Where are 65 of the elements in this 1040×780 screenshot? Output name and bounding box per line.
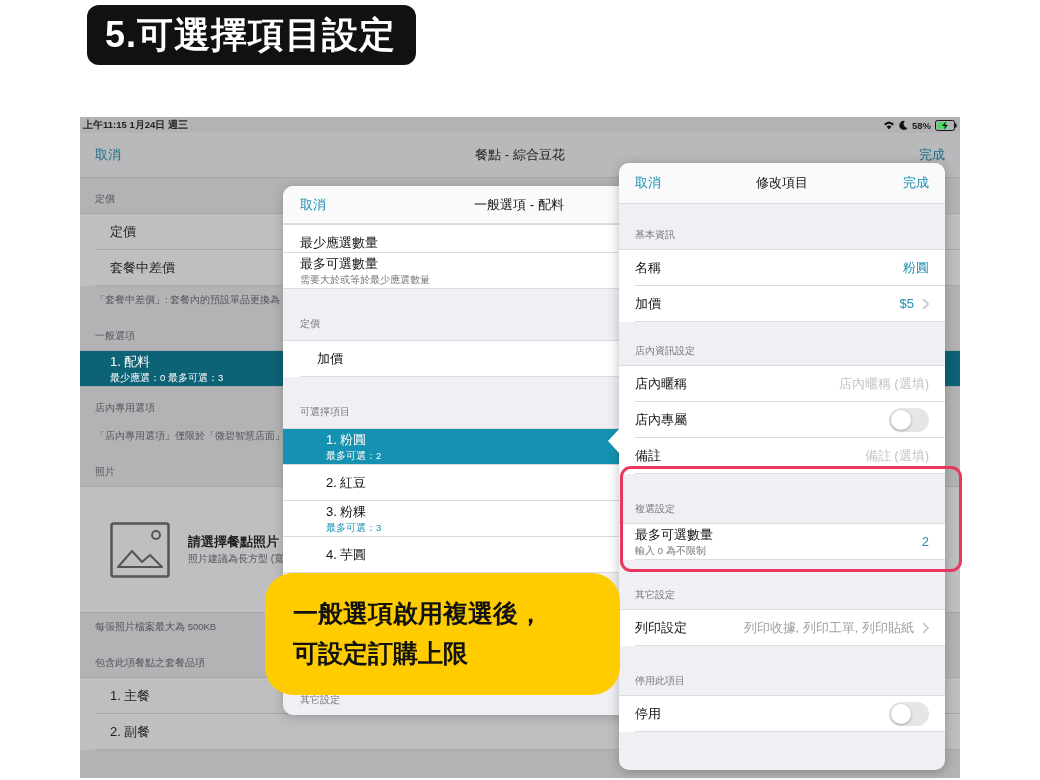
section-header: 包含此項餐點之套餐品項 — [95, 657, 205, 668]
row-detail: 需要大於或等於最少應選數量 — [300, 273, 430, 287]
row-value: 2 — [921, 534, 929, 549]
moon-icon — [899, 120, 908, 130]
text-field[interactable]: 店內暱稱 (選填) — [759, 376, 929, 391]
row-label: 1. 配料 — [110, 352, 152, 371]
row-label: 1. 主餐 — [110, 686, 151, 705]
row-label: 套餐中差價 — [110, 258, 175, 277]
row-label: 備註 — [635, 446, 661, 465]
section-note: 「店內專用選項」僅限於「微碧智慧店面」 — [95, 430, 285, 441]
callout-text: 可設定訂購上限 — [293, 638, 468, 669]
done-button[interactable]: 完成 — [903, 174, 929, 192]
row-label: 加價 — [635, 294, 661, 313]
row-label: 4. 芋圓 — [326, 545, 367, 564]
sheet-title: 一般選項 - 配料 — [474, 196, 564, 212]
row-label: 最少應選數量 — [300, 234, 378, 252]
row-value: 列印收據, 列印工單, 列印貼紙 — [743, 618, 914, 637]
row-label: 店內暱稱 — [635, 374, 687, 393]
row-label: 名稱 — [635, 258, 661, 277]
image-icon — [110, 521, 170, 578]
toggle-switch[interactable] — [889, 407, 929, 432]
sheet-title: 修改項目 — [756, 175, 808, 190]
section-header: 可選擇項目 — [300, 406, 350, 417]
row-label: 3. 粉粿 — [326, 502, 368, 521]
row-value: $5 — [899, 296, 914, 311]
section-header: 複選設定 — [635, 503, 675, 514]
row-label: 列印設定 — [635, 618, 687, 637]
section-header: 照片 — [95, 466, 115, 477]
page-title: 5.可選擇項目設定 — [87, 5, 417, 65]
section-header: 店內資訊設定 — [635, 345, 695, 356]
text-field[interactable]: 備註 (選填) — [759, 448, 929, 463]
section-note: 「套餐中差價」: 套餐內的預設單品更換為 — [95, 294, 281, 305]
row-label: 定價 — [110, 222, 136, 241]
cancel-button[interactable]: 取消 — [635, 174, 661, 192]
status-time: 上午11:15 1月24日 週三 — [83, 118, 188, 132]
section-header: 店內專用選項 — [95, 402, 155, 413]
section-header: 停用此項目 — [635, 675, 685, 686]
section-note: 每張照片檔案最大為 500KB — [95, 621, 217, 632]
battery-icon — [935, 119, 957, 131]
row-label: 店內專屬 — [635, 410, 687, 429]
row-detail: 最少應選：0 最多可選：3 — [110, 371, 224, 385]
toggle-switch[interactable] — [889, 701, 929, 726]
row-label: 請選擇餐點照片 — [188, 533, 280, 551]
cancel-button[interactable]: 取消 — [300, 195, 326, 214]
row-detail: 輸入 0 為不限制 — [635, 544, 707, 558]
row-label: 2. 副餐 — [110, 722, 151, 741]
chevron-icon — [922, 297, 929, 310]
section-header: 定價 — [95, 193, 115, 204]
chevron-icon — [922, 621, 929, 634]
row-detail: 最多可選：3 — [326, 521, 382, 535]
section-header: 基本資訊 — [635, 229, 675, 240]
nav-title: 餐點 - 綜合豆花 — [475, 147, 565, 162]
row-detail: 最多可選：2 — [326, 449, 382, 463]
row-label: 1. 粉圓 — [326, 430, 368, 449]
row-value: 粉圓 — [903, 258, 929, 277]
section-header: 其它設定 — [635, 589, 675, 600]
section-header: 其它設定 — [300, 694, 340, 705]
wifi-icon — [883, 120, 895, 130]
row-label: 加價 — [317, 349, 343, 368]
section-header: 定價 — [300, 318, 320, 329]
battery-level: 58% — [912, 119, 931, 131]
row-detail: 照片建議為長方型 (寬 — [188, 552, 285, 566]
callout-text: 一般選項啟用複選後， — [293, 598, 543, 629]
row-label: 2. 紅豆 — [326, 473, 367, 492]
row-label: 最多可選數量 — [300, 254, 379, 273]
